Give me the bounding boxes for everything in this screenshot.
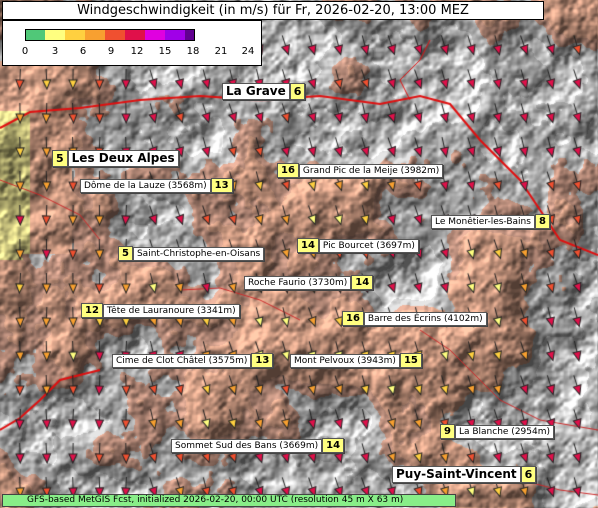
place-label: Le Monêtier-les-Bains 8: [431, 214, 550, 229]
place-label: 16 Grand Pic de la Meije (3982m): [277, 163, 444, 178]
place-name: Cime de Clot Châtel (3575m): [112, 353, 252, 368]
legend-tick: 3: [51, 46, 59, 57]
place-name: La Blanche (2954m): [454, 424, 554, 439]
place-label: Sommet Sud des Bans (3669m) 14: [171, 438, 345, 453]
place-wind-speed: 6: [520, 466, 537, 483]
legend-tick: 18: [186, 46, 200, 57]
legend-swatch: [165, 29, 185, 41]
place-wind-speed: 15: [399, 353, 422, 368]
legend-tick: 15: [158, 46, 172, 57]
wind-speed-legend: 0 3 6 9 12 15 18 21 24: [2, 20, 262, 66]
place-wind-speed: 5: [118, 246, 133, 261]
place-wind-speed: 8: [534, 214, 550, 229]
place-name: Saint-Christophe-en-Oisans: [132, 246, 265, 261]
legend-tick: 12: [130, 46, 144, 57]
place-wind-speed: 9: [440, 424, 455, 439]
legend-tick: 0: [21, 46, 29, 57]
place-name: Tête de Lauranoure (3341m): [102, 303, 240, 318]
legend-tick: 24: [241, 46, 255, 57]
legend-color-bar: [25, 29, 195, 41]
place-label: La Grave 6: [222, 83, 306, 100]
place-name: Puy-Saint-Vincent: [392, 466, 521, 483]
place-name: Pic Bourcet (3697m): [318, 238, 419, 253]
place-name: Roche Faurio (3730m): [244, 275, 352, 290]
legend-swatch: [45, 29, 65, 41]
legend-tick: 9: [107, 46, 115, 57]
place-wind-speed: 14: [322, 438, 345, 453]
place-wind-speed: 13: [210, 178, 233, 193]
place-label: Dôme de la Lauze (3568m) 13: [80, 178, 233, 193]
place-wind-speed: 16: [277, 163, 299, 178]
place-label: 5 Les Deux Alpes: [52, 150, 179, 167]
place-name: Le Monêtier-les-Bains: [431, 214, 535, 229]
legend-swatch: [85, 29, 105, 41]
place-label: Mont Pelvoux (3943m) 15: [290, 353, 422, 368]
place-name: Sommet Sud des Bans (3669m): [171, 438, 323, 453]
place-name: Dôme de la Lauze (3568m): [80, 178, 211, 193]
place-label: 9 La Blanche (2954m): [440, 424, 554, 439]
legend-swatch: [185, 29, 195, 41]
place-wind-speed: 14: [351, 275, 374, 290]
place-wind-speed: 14: [297, 238, 319, 253]
place-label: 12 Tête de Lauranoure (3341m): [81, 303, 240, 318]
legend-swatch: [145, 29, 165, 41]
place-label: 5 Saint-Christophe-en-Oisans: [118, 246, 265, 261]
place-name: Grand Pic de la Meije (3982m): [298, 163, 444, 178]
legend-swatch: [65, 29, 85, 41]
place-name: La Grave: [222, 83, 290, 100]
map-title: Windgeschwindigkeit (in m/s) für Fr, 202…: [2, 1, 544, 20]
place-wind-speed: 16: [342, 311, 364, 326]
place-label: Cime de Clot Châtel (3575m) 13: [112, 353, 274, 368]
legend-swatch: [25, 29, 45, 41]
place-name: Mont Pelvoux (3943m): [290, 353, 400, 368]
place-wind-speed: 5: [52, 150, 68, 167]
legend-tick: 6: [79, 46, 87, 57]
forecast-footer: GFS-based MetGIS Fcst, initialized 2026-…: [2, 494, 456, 507]
place-label: 14 Pic Bourcet (3697m): [297, 238, 419, 253]
legend-tick: 21: [214, 46, 228, 57]
place-name: Barre des Écrins (4102m): [363, 311, 487, 326]
place-name: Les Deux Alpes: [67, 150, 179, 167]
place-label: Puy-Saint-Vincent 6: [392, 466, 537, 483]
place-wind-speed: 13: [251, 353, 274, 368]
legend-swatch: [105, 29, 125, 41]
place-label: 16 Barre des Écrins (4102m): [342, 311, 487, 326]
place-wind-speed: 12: [81, 303, 103, 318]
legend-swatch: [125, 29, 145, 41]
place-label: Roche Faurio (3730m) 14: [244, 275, 374, 290]
place-wind-speed: 6: [289, 83, 306, 100]
